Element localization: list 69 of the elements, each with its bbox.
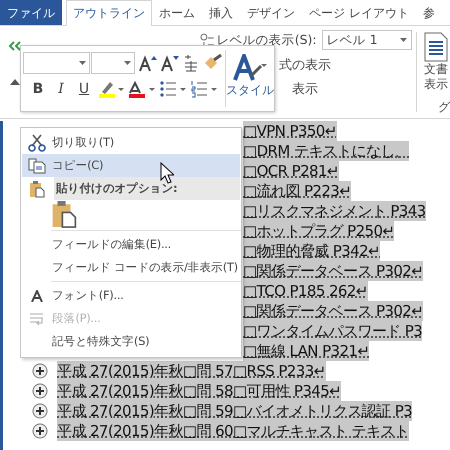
outline-heading: 平成 27(2015)年秋□問 60□マルチキャスト テキスト: [57, 421, 410, 441]
letter-icon: [31, 290, 43, 302]
ribbon-tab[interactable]: デザイン: [240, 0, 302, 25]
menu-item[interactable]: フィールドの編集(E)...: [22, 233, 240, 256]
highlight-icon[interactable]: [98, 80, 124, 98]
outline-heading: □DRM テキストになし、: [243, 141, 410, 161]
shrink-font-icon[interactable]: [161, 54, 179, 72]
scissors-icon: [28, 134, 46, 152]
menu-item[interactable]: コピー(C): [22, 154, 240, 177]
outline-heading: 平成 27(2015)年秋□問 59□バイオメトリクス認証 P3: [57, 401, 412, 421]
dropdown-arrow-icon: [124, 61, 131, 65]
format-painter-icon[interactable]: [203, 54, 223, 72]
menu-item[interactable]: フィールド コードの表示/非表示(T): [22, 256, 240, 279]
level-dropdown[interactable]: レベル 1: [322, 30, 412, 50]
dropdown-arrow-icon: [400, 38, 407, 42]
ribbon-tab[interactable]: ホーム: [152, 0, 202, 25]
dropdown-arrow-icon: [79, 61, 86, 65]
outline-heading: □TCO P185 262↵: [243, 281, 368, 301]
level-icon: [200, 33, 214, 47]
bullet-list-icon[interactable]: [160, 80, 186, 98]
font-name-field[interactable]: [23, 52, 90, 74]
paste-button[interactable]: [51, 199, 77, 229]
mouse-pointer-icon: [160, 162, 174, 184]
phonetic-guide-icon[interactable]: [183, 54, 199, 72]
styles-button[interactable]: スタイル: [226, 48, 274, 111]
level-label: レベルの表示(S):: [216, 32, 317, 48]
copy-icon: [28, 158, 46, 174]
outline-heading: □関係データベース P302↵: [243, 261, 424, 281]
outline-heading: □関係データベース P302↵: [243, 301, 424, 321]
outline-heading: □VPN P350↵: [243, 121, 337, 141]
expand-icon[interactable]: [32, 383, 48, 399]
outline-heading: □ホットプラグ P250↵: [243, 221, 394, 241]
outline-heading: 平成 27(2015)年秋□問 58□可用性 P345↵: [57, 381, 342, 401]
promote-arrows-icon[interactable]: [8, 41, 22, 51]
document-icon: [423, 32, 449, 62]
ribbon-tab[interactable]: 挿入: [202, 0, 240, 25]
font-size-field[interactable]: [91, 52, 135, 74]
ribbon-tab[interactable]: 参: [416, 0, 442, 25]
ribbon-tab[interactable]: アウトライン: [66, 0, 152, 26]
outline-heading: □OCR P281↵: [243, 161, 339, 181]
outline-heading: □ワンタイムパスワード P3: [243, 321, 422, 341]
outline-heading: 平成 27(2015)年秋□問 57□RSS P233↵: [57, 361, 326, 381]
menu-item[interactable]: フォント(F)...: [22, 284, 240, 307]
expand-icon[interactable]: [32, 423, 48, 439]
expand-icon[interactable]: [32, 363, 48, 379]
outline-heading: □無線 LAN P321↵: [243, 341, 370, 361]
underline-button[interactable]: U: [75, 81, 93, 97]
expand-icon[interactable]: [32, 403, 48, 419]
clipboard-icon: [29, 180, 45, 198]
option-label[interactable]: 表示: [292, 80, 318, 98]
ribbon-tab[interactable]: ページ レイアウト: [302, 0, 416, 25]
menu-item[interactable]: 記号と特殊文字(S): [22, 330, 240, 353]
font-color-icon[interactable]: [129, 80, 155, 98]
file-tab[interactable]: ファイル: [0, 0, 62, 25]
move-up-icon[interactable]: [10, 78, 20, 85]
outline-heading: □リスクマネジメント P343: [243, 201, 426, 221]
bold-button[interactable]: B: [29, 81, 47, 97]
paragraph-icon: [29, 312, 45, 326]
option-label[interactable]: 式の表示: [279, 56, 331, 74]
italic-button[interactable]: I: [52, 81, 70, 97]
menu-item[interactable]: 切り取り(T): [22, 131, 240, 154]
menu-header: 貼り付けのオプション:: [54, 177, 240, 200]
group-label: グ: [438, 99, 450, 116]
document-view-button[interactable]: 文書 表示: [423, 26, 449, 92]
outline-heading: □流れ図 P223↵: [243, 181, 352, 201]
grow-font-icon[interactable]: [139, 54, 157, 72]
styles-icon: [233, 54, 267, 82]
numbered-list-icon[interactable]: [191, 80, 217, 98]
outline-heading: □物理的脅威 P342↵: [243, 241, 380, 261]
